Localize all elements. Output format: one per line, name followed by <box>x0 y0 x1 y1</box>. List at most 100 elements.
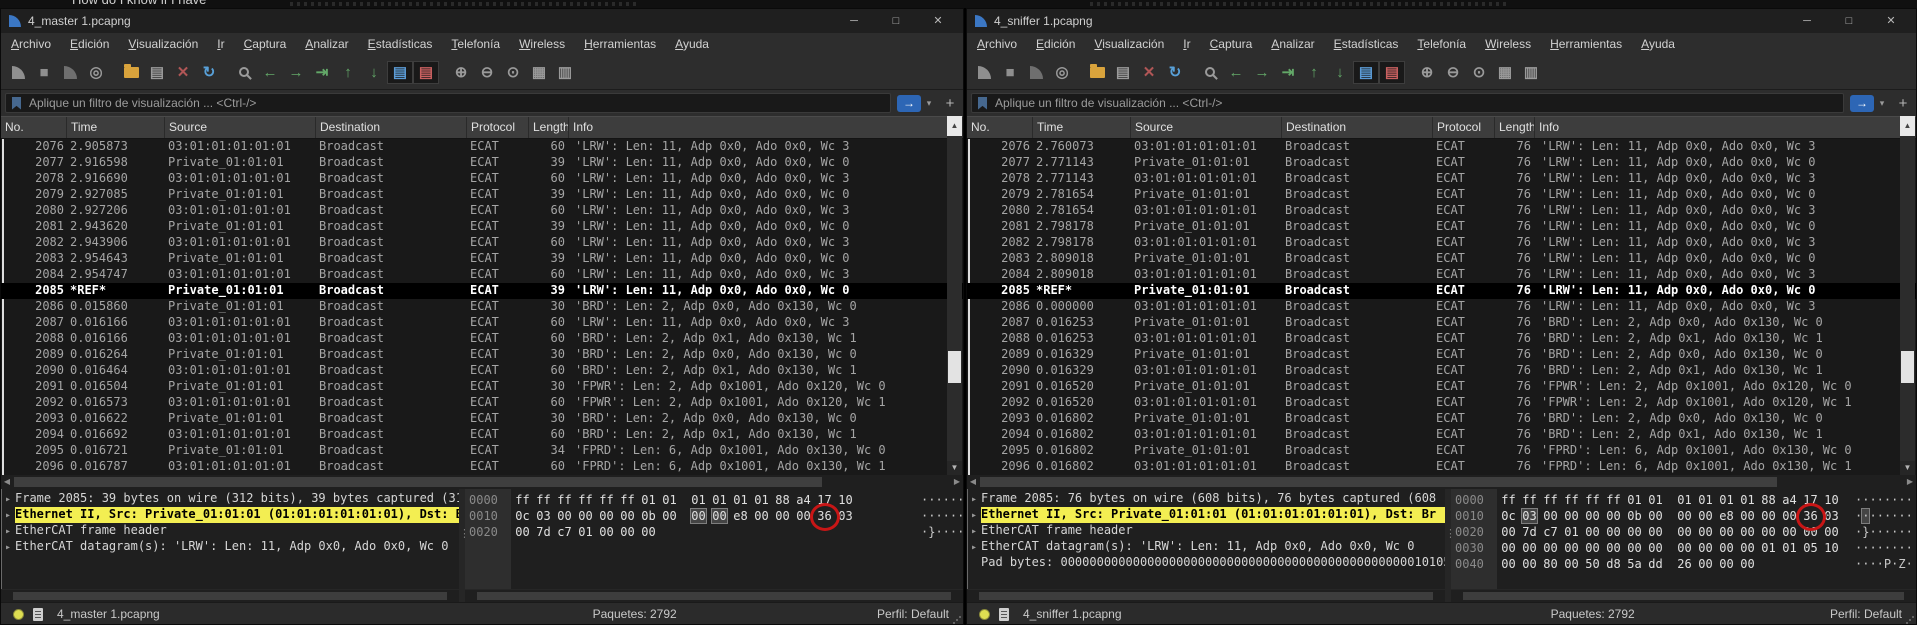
expand-arrow-icon[interactable]: ▸ <box>2 510 15 521</box>
detail-row[interactable]: ▸EtherCAT frame header <box>968 523 1445 539</box>
packet-row[interactable]: 20960.01680203:01:01:01:01:01BroadcastEC… <box>967 459 1916 475</box>
reload-file-icon[interactable]: ↻ <box>196 61 222 84</box>
hex-byte[interactable]: 00 <box>1522 557 1537 571</box>
close-file-icon[interactable]: ✕ <box>170 61 196 84</box>
go-to-bottom-icon[interactable]: ↓ <box>1327 61 1353 84</box>
hex-byte[interactable]: c7 <box>1543 525 1558 539</box>
hex-byte[interactable]: 00 <box>515 525 530 539</box>
colorize-packets-icon[interactable]: ▤ <box>1379 61 1405 84</box>
menu-item-archivo[interactable]: Archivo <box>977 37 1017 51</box>
hex-byte[interactable]: 03 <box>1522 509 1537 523</box>
menu-item-captura[interactable]: Captura <box>244 37 287 51</box>
hex-byte[interactable]: 17 <box>817 493 832 507</box>
expert-info-icon[interactable] <box>13 609 24 620</box>
packet-row[interactable]: 20782.77114303:01:01:01:01:01BroadcastEC… <box>967 171 1916 187</box>
hex-byte[interactable]: 00 <box>1719 541 1734 555</box>
hex-byte[interactable]: 01 <box>1627 493 1642 507</box>
hex-ascii[interactable]: ········ ········ <box>1855 493 1917 507</box>
bytes-pane-hscrollbar[interactable] <box>465 590 963 602</box>
capture-restart-fin-icon[interactable] <box>57 61 83 84</box>
detail-row[interactable]: ▸EtherCAT datagram(s): 'LRW': Len: 11, A… <box>2 539 459 555</box>
display-filter-input[interactable] <box>29 96 890 110</box>
hex-byte[interactable]: ff <box>620 493 635 507</box>
hex-byte[interactable]: 00 <box>1501 557 1516 571</box>
hex-byte[interactable]: 00 <box>1522 541 1537 555</box>
packet-row[interactable]: 20920.01652003:01:01:01:01:01BroadcastEC… <box>967 395 1916 411</box>
hex-byte[interactable]: 10 <box>1824 541 1839 555</box>
column-header-length[interactable]: Length <box>529 117 569 138</box>
hex-byte[interactable]: 00 <box>1585 509 1600 523</box>
save-file-icon[interactable]: ▤ <box>144 61 170 84</box>
packet-row[interactable]: 20802.78165403:01:01:01:01:01BroadcastEC… <box>967 203 1916 219</box>
hex-byte[interactable]: 01 <box>1740 493 1755 507</box>
packet-row[interactable]: 20832.809018Private_01:01:01BroadcastECA… <box>967 251 1916 267</box>
menu-item-herramientas[interactable]: Herramientas <box>1550 37 1622 51</box>
hex-byte[interactable]: ff <box>1522 493 1537 507</box>
packet-row[interactable]: 20900.01632903:01:01:01:01:01BroadcastEC… <box>967 363 1916 379</box>
hex-byte[interactable]: 00 <box>1606 509 1621 523</box>
column-header-info[interactable]: Info <box>1535 117 1916 138</box>
hex-byte[interactable]: 03 <box>536 509 551 523</box>
packet-row[interactable]: 20890.016264Private_01:01:01BroadcastECA… <box>1 347 963 363</box>
hex-byte[interactable]: 00 <box>1677 525 1692 539</box>
hex-byte[interactable]: 0b <box>641 509 656 523</box>
menu-item-wireless[interactable]: Wireless <box>1485 37 1531 51</box>
go-forward-icon[interactable]: → <box>1249 61 1275 84</box>
scroll-down-icon[interactable]: ▼ <box>947 461 962 475</box>
hex-byte[interactable]: 05 <box>1803 541 1818 555</box>
hex-byte[interactable]: 00 <box>599 525 614 539</box>
hex-row[interactable]: 003000000000000000000000000001010510····… <box>1451 541 1916 557</box>
go-to-bottom-icon[interactable]: ↓ <box>361 61 387 84</box>
packet-row[interactable]: 20842.80901803:01:01:01:01:01BroadcastEC… <box>967 267 1916 283</box>
column-header-info[interactable]: Info <box>569 117 963 138</box>
hex-byte[interactable]: ff <box>1564 493 1579 507</box>
hex-byte[interactable]: a4 <box>796 493 811 507</box>
zoom-out-icon[interactable]: ⊖ <box>1440 61 1466 84</box>
packet-row[interactable]: 20860.015860Private_01:01:01BroadcastECA… <box>1 299 963 315</box>
packet-row[interactable]: 20890.016329Private_01:01:01BroadcastECA… <box>967 347 1916 363</box>
hex-byte[interactable]: 00 <box>1648 541 1663 555</box>
hex-byte[interactable]: 00 <box>1606 541 1621 555</box>
hex-byte[interactable]: ff <box>1501 493 1516 507</box>
packet-row[interactable]: 20880.01625303:01:01:01:01:01BroadcastEC… <box>967 331 1916 347</box>
hex-byte[interactable]: 00 <box>1627 541 1642 555</box>
hex-byte[interactable]: ff <box>557 493 572 507</box>
hex-byte[interactable]: 00 <box>1627 525 1642 539</box>
close-button[interactable]: ✕ <box>917 9 959 33</box>
hex-byte[interactable]: 01 <box>1648 493 1663 507</box>
menu-item-herramientas[interactable]: Herramientas <box>584 37 656 51</box>
hex-byte[interactable]: e8 <box>1719 509 1734 523</box>
packet-row[interactable]: 20842.95474703:01:01:01:01:01BroadcastEC… <box>1 267 963 283</box>
hex-ascii[interactable]: ····P·Z· &··· <box>1855 557 1917 571</box>
hex-byte[interactable]: 00 <box>1740 509 1755 523</box>
scroll-left-icon[interactable]: ◀ <box>1 475 13 489</box>
save-file-icon[interactable]: ▤ <box>1110 61 1136 84</box>
hex-byte[interactable]: 00 <box>1501 541 1516 555</box>
hex-byte[interactable]: 00 <box>1543 541 1558 555</box>
hex-byte[interactable]: ff <box>578 493 593 507</box>
find-packet-icon[interactable] <box>1197 61 1223 84</box>
packet-row[interactable]: 20792.927085Private_01:01:01BroadcastECA… <box>1 187 963 203</box>
hex-byte[interactable]: 26 <box>1677 557 1692 571</box>
hex-byte[interactable]: 00 <box>641 525 656 539</box>
packet-row[interactable]: 20792.781654Private_01:01:01BroadcastECA… <box>967 187 1916 203</box>
packet-row[interactable]: 20870.01616603:01:01:01:01:01BroadcastEC… <box>1 315 963 331</box>
layout-columns-icon[interactable]: ▥ <box>552 61 578 84</box>
expand-arrow-icon[interactable]: ▸ <box>968 542 981 553</box>
hex-byte[interactable]: 00 <box>1677 509 1692 523</box>
capture-stop-icon[interactable]: ■ <box>31 61 57 84</box>
capture-restart-fin-icon[interactable] <box>1023 61 1049 84</box>
packet-row[interactable]: 20782.91669003:01:01:01:01:01BroadcastEC… <box>1 171 963 187</box>
hex-byte[interactable]: 01 <box>733 493 748 507</box>
auto-scroll-icon[interactable]: ▤ <box>1353 61 1379 84</box>
hex-byte[interactable]: 00 <box>1740 541 1755 555</box>
hscrollbar-thumb[interactable] <box>980 477 1777 487</box>
hex-byte[interactable]: 10 <box>838 493 853 507</box>
column-header-destination[interactable]: Destination <box>1282 117 1433 138</box>
hex-byte[interactable]: 01 <box>578 525 593 539</box>
hex-byte[interactable]: 00 <box>1501 525 1516 539</box>
expand-arrow-icon[interactable]: ▸ <box>968 526 981 537</box>
hex-byte[interactable]: 01 <box>712 493 727 507</box>
menu-item-telefonia[interactable]: Telefonía <box>1417 37 1466 51</box>
hex-byte[interactable]: 03 <box>1824 509 1839 523</box>
